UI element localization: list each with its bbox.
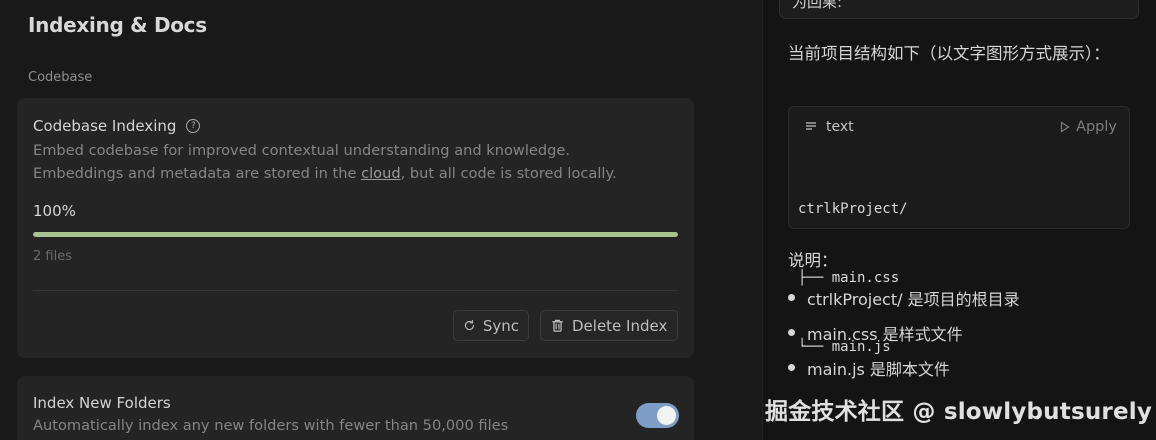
toggle-knob bbox=[657, 406, 676, 425]
list-item-text: main.js 是脚本文件 bbox=[807, 359, 950, 379]
apply-button-label: Apply bbox=[1076, 118, 1117, 135]
cloud-link[interactable]: cloud bbox=[361, 165, 401, 182]
delete-index-button[interactable]: Delete Index bbox=[540, 310, 678, 341]
text-lines-icon bbox=[806, 121, 816, 130]
progress-bar bbox=[33, 232, 678, 237]
progress-bar-fill bbox=[33, 232, 678, 237]
delete-index-button-label: Delete Index bbox=[572, 316, 668, 335]
codebase-indexing-title: Codebase Indexing ? bbox=[33, 117, 201, 135]
index-new-folders-toggle[interactable] bbox=[636, 403, 679, 428]
description-prefix: Embeddings and metadata are stored in th… bbox=[33, 165, 362, 182]
chat-intro-text: 当前项目结构如下（以文字图形方式展示）： bbox=[788, 44, 1110, 63]
help-icon[interactable]: ? bbox=[186, 119, 201, 133]
code-language-label: text bbox=[826, 118, 854, 135]
index-new-folders-title: Index New Folders bbox=[33, 394, 171, 412]
refresh-icon bbox=[464, 319, 474, 331]
page-title: Indexing & Docs bbox=[28, 13, 207, 37]
codebase-indexing-description: Embed codebase for improved contextual u… bbox=[33, 139, 673, 185]
code-line: ctrlkProject/ bbox=[798, 201, 908, 217]
notes-list: ctrlkProject/ 是项目的根目录 main.css 是样式文件 mai… bbox=[788, 280, 1020, 385]
list-item: main.css 是样式文件 bbox=[788, 315, 1020, 350]
index-new-folders-card: Index New Folders Automatically index an… bbox=[17, 376, 694, 440]
apply-button[interactable]: Apply bbox=[1060, 119, 1117, 135]
section-label-codebase: Codebase bbox=[28, 70, 93, 85]
list-item: ctrlkProject/ 是项目的根目录 bbox=[788, 280, 1020, 315]
card-divider bbox=[33, 290, 678, 291]
description-line-1: Embed codebase for improved contextual u… bbox=[33, 142, 571, 159]
index-new-folders-description: Automatically index any new folders with… bbox=[33, 417, 509, 434]
sync-button-label: Sync bbox=[482, 316, 519, 335]
notes-label: 说明： bbox=[788, 251, 838, 270]
code-block: text Apply ctrlkProject/ ├── main.css └─… bbox=[788, 106, 1130, 355]
code-language: text bbox=[805, 119, 854, 135]
codebase-indexing-card: Codebase Indexing ? Embed codebase for i… bbox=[17, 98, 694, 358]
chat-pane: 为回果: 当前项目结构如下（以文字图形方式展示）： text Apply ctr… bbox=[762, 0, 1156, 440]
trash-icon bbox=[552, 319, 563, 332]
code-block-header: text Apply bbox=[789, 107, 1129, 146]
sync-button[interactable]: Sync bbox=[453, 310, 529, 341]
bullet-dot bbox=[788, 329, 795, 336]
bullet-dot bbox=[788, 364, 795, 371]
codebase-indexing-title-text: Codebase Indexing bbox=[33, 117, 177, 135]
files-count: 2 files bbox=[33, 249, 72, 264]
bullet-dot bbox=[788, 294, 795, 301]
play-icon bbox=[1060, 120, 1070, 133]
previous-message-bubble: 为回果: bbox=[779, 0, 1139, 19]
list-item: main.js 是脚本文件 bbox=[788, 350, 1020, 385]
list-item-text: ctrlkProject/ 是项目的根目录 bbox=[807, 289, 1020, 309]
list-item-text: main.css 是样式文件 bbox=[807, 324, 963, 344]
progress-percent: 100% bbox=[33, 202, 76, 220]
settings-pane: Indexing & Docs Codebase Codebase Indexi… bbox=[0, 0, 762, 440]
watermark: 掘金技术社区 @ slowlybutsurely bbox=[765, 399, 1153, 425]
description-suffix: , but all code is stored locally. bbox=[400, 165, 617, 182]
description-line-2: Embeddings and metadata are stored in th… bbox=[33, 162, 673, 185]
